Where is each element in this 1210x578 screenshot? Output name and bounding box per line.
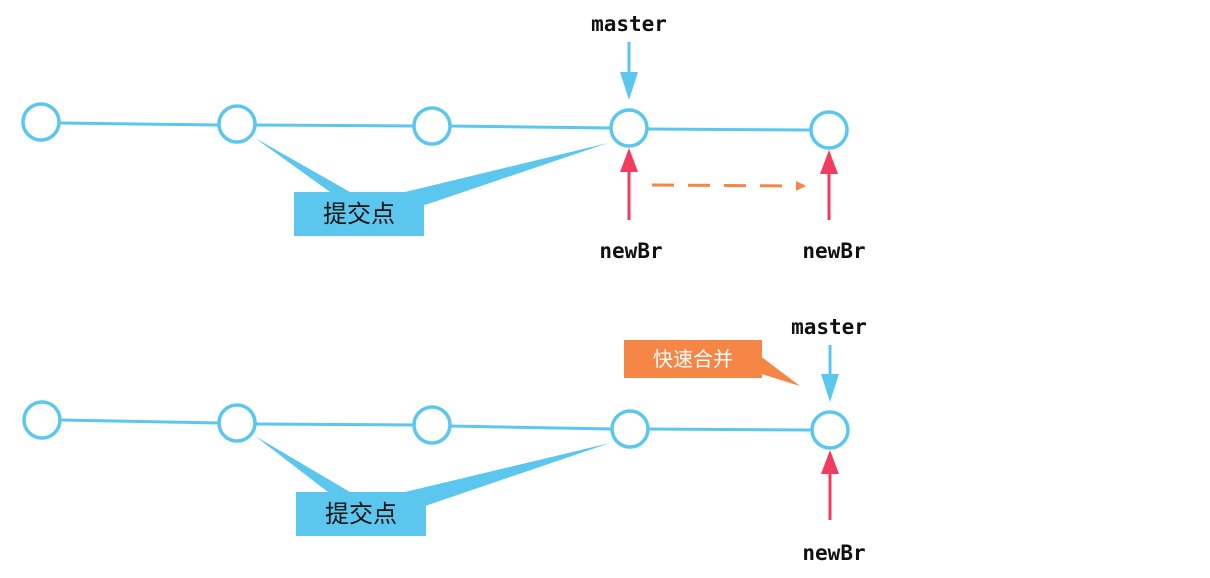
bottom-commit-node [610, 409, 650, 449]
top-commit-node [809, 110, 849, 150]
bottom-diagram: master 快速合并 newBr 提交点 [22, 315, 867, 565]
top-commit-line [449, 124, 611, 130]
bottom-callout-pointer-right [405, 443, 610, 506]
top-commit-node [217, 104, 257, 144]
top-commit-line [59, 121, 220, 127]
top-callout-pointer-left [255, 138, 350, 192]
git-fast-forward-diagram: master newBr newBr 提交点 master 快速合并 newBr… [21, 12, 867, 565]
bottom-commit-node [810, 410, 850, 450]
bottom-callout-pointer-left [255, 436, 350, 492]
bottom-commit-line [59, 418, 220, 425]
bottom-master-arrow-head [821, 374, 839, 402]
bottom-commit-line [254, 422, 415, 427]
top-branch-move-arrow [651, 180, 806, 191]
bottom-commit-line [449, 424, 613, 431]
top-diagram: master newBr newBr 提交点 [21, 12, 866, 263]
bottom-newbr-label: newBr [802, 541, 865, 565]
bottom-commit-callout-label: 提交点 [325, 500, 397, 528]
bottom-commit-node [217, 403, 257, 443]
top-master-label: master [591, 12, 667, 36]
top-master-arrow-head [620, 72, 638, 100]
top-newbr-new-arrow-head [820, 150, 838, 174]
bottom-commit-node [412, 405, 452, 445]
top-callout-pointer-right [405, 143, 608, 205]
top-newbr-old-label: newBr [599, 239, 662, 263]
top-commit-node [609, 108, 649, 148]
top-commit-line [254, 123, 415, 128]
bottom-master-label: master [791, 315, 867, 339]
top-newbr-new-label: newBr [802, 239, 865, 263]
bottom-newbr-arrow-head [821, 450, 839, 474]
top-newbr-old-arrow-head [620, 148, 638, 172]
bottom-commit-line [647, 427, 813, 432]
top-commit-line [647, 127, 811, 132]
merge-callout-label: 快速合并 [653, 347, 733, 371]
bottom-commit-node [22, 400, 62, 440]
top-commit-node [412, 106, 452, 146]
top-commit-callout-label: 提交点 [323, 200, 395, 228]
top-commit-node [21, 102, 61, 142]
